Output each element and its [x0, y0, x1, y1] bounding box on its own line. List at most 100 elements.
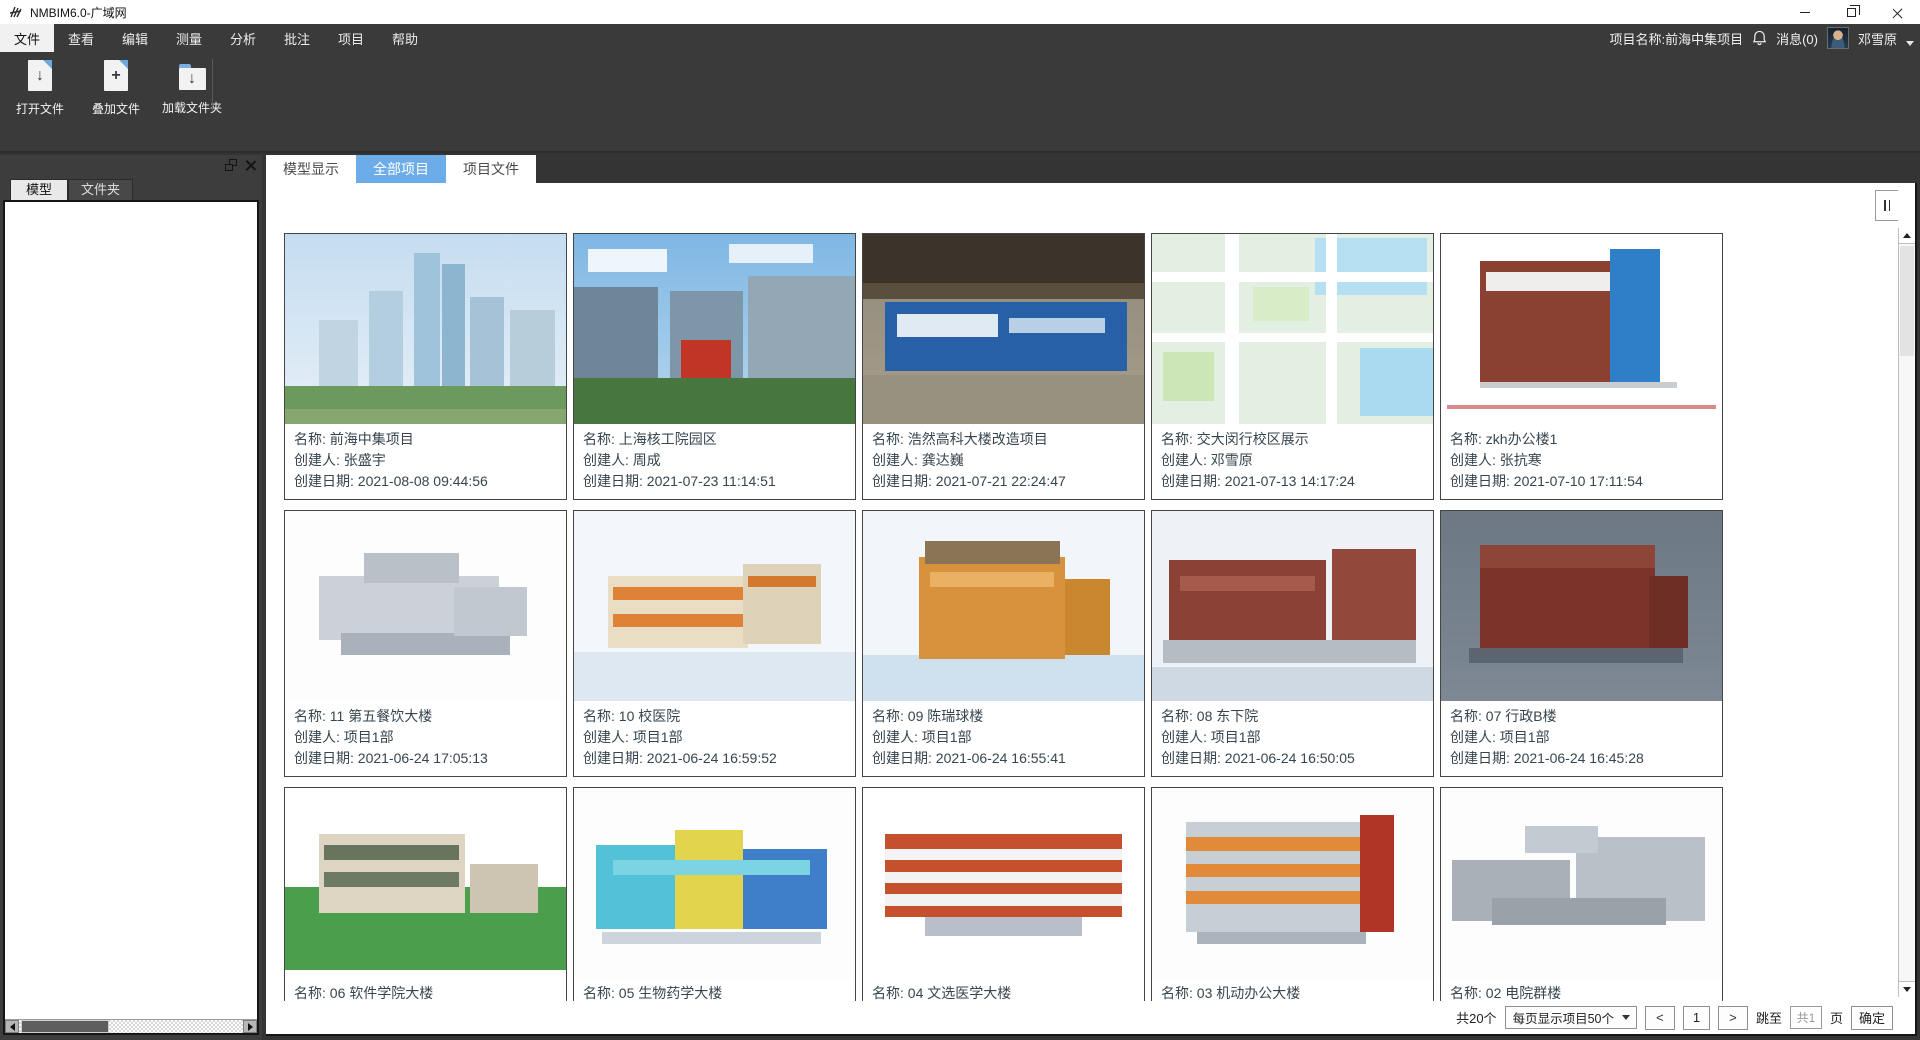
project-card[interactable]: 名称: 04 文选医学大楼: [862, 787, 1145, 1036]
card-name-value: 浩然高科大楼改造项目: [908, 431, 1048, 447]
project-card[interactable]: 名称: 02 电院群楼: [1440, 787, 1723, 1036]
scroll-left-button[interactable]: [5, 1020, 19, 1033]
thumbnail-art: [863, 655, 1144, 701]
project-card[interactable]: 名称: 05 生物药学大楼: [573, 787, 856, 1036]
thumbnail-art: [324, 872, 459, 887]
card-name-value: 03 机动办公大楼: [1197, 985, 1300, 1001]
project-card[interactable]: 名称: 11 第五餐饮大楼创建人: 项目1部创建日期: 2021-06-24 1…: [284, 510, 567, 777]
project-card[interactable]: 名称: 09 陈瑞球楼创建人: 项目1部创建日期: 2021-06-24 16:…: [862, 510, 1145, 777]
menu-item-measure[interactable]: 测量: [162, 24, 216, 52]
thumbnail-art: [470, 864, 537, 913]
project-card[interactable]: 名称: 10 校医院创建人: 项目1部创建日期: 2021-06-24 16:5…: [573, 510, 856, 777]
jump-page-input[interactable]: [1790, 1006, 1822, 1029]
toolbar: ↓打开文件+叠加文件↓加载文件夹: [0, 52, 1920, 153]
project-thumbnail: [574, 788, 855, 978]
user-avatar[interactable]: [1827, 27, 1849, 49]
thumbnail-art: [470, 297, 504, 390]
project-card[interactable]: 名称: 06 软件学院大楼: [284, 787, 567, 1036]
scrollbar-thumb[interactable]: [1900, 246, 1914, 356]
menu-item-annotate[interactable]: 批注: [270, 24, 324, 52]
card-date: 创建日期: 2021-06-24 16:59:52: [583, 748, 847, 769]
splitter-pin-button[interactable]: [1875, 190, 1898, 221]
notification-bell-icon[interactable]: [1752, 30, 1767, 46]
toolbar-overlay-file-button[interactable]: +叠加文件: [84, 60, 148, 117]
horizontal-scrollbar[interactable]: [5, 1019, 257, 1033]
confirm-button[interactable]: 确定: [1851, 1006, 1893, 1030]
tab-project-files[interactable]: 项目文件: [446, 155, 536, 183]
sidebar-tab-folder[interactable]: 文件夹: [68, 179, 133, 200]
toolbar-open-file-button[interactable]: ↓打开文件: [8, 60, 72, 117]
user-menu-caret-icon[interactable]: [1906, 41, 1914, 46]
maximize-button[interactable]: [1828, 0, 1874, 24]
toolbar-load-folder-button[interactable]: ↓加载文件夹: [160, 60, 224, 117]
thumbnail-art: [1163, 352, 1214, 401]
confirm-label: 确定: [1859, 1008, 1885, 1027]
card-creator: 创建人: 项目1部: [1450, 727, 1714, 748]
next-icon: >: [1729, 1010, 1737, 1025]
file-download-icon: ↓: [28, 60, 52, 91]
project-thumbnail: [863, 234, 1144, 424]
thumbnail-art: [1163, 640, 1416, 663]
thumbnail-art: [1360, 348, 1433, 416]
card-name-label: 名称:: [872, 708, 904, 724]
messages-label[interactable]: 消息(0): [1776, 29, 1818, 48]
project-card[interactable]: 名称: 07 行政B楼创建人: 项目1部创建日期: 2021-06-24 16:…: [1440, 510, 1723, 777]
card-name: 名称: zkh办公楼1: [1450, 429, 1714, 450]
card-text: 名称: 前海中集项目创建人: 张盛宇创建日期: 2021-08-08 09:44…: [285, 424, 566, 492]
project-card[interactable]: 名称: 浩然高科大楼改造项目创建人: 龚达巍创建日期: 2021-07-21 2…: [862, 233, 1145, 500]
project-card[interactable]: 名称: 前海中集项目创建人: 张盛宇创建日期: 2021-08-08 09:44…: [284, 233, 567, 500]
card-text: 名称: zkh办公楼1创建人: 张抗寒创建日期: 2021-07-10 17:1…: [1441, 424, 1722, 492]
card-text: 名称: 交大闵行校区展示创建人: 邓雪原创建日期: 2021-07-13 14:…: [1152, 424, 1433, 492]
thumbnail-art: [729, 244, 813, 263]
close-button[interactable]: [1874, 0, 1920, 24]
prev-page-button[interactable]: <: [1645, 1006, 1675, 1030]
toolbar-buttons: ↓打开文件+叠加文件↓加载文件夹: [0, 52, 1920, 117]
scroll-right-button[interactable]: [243, 1020, 257, 1033]
card-creator: 创建人: 项目1部: [294, 727, 558, 748]
project-thumbnail: [1152, 234, 1433, 424]
undock-panel-icon[interactable]: [225, 159, 237, 171]
project-card[interactable]: 名称: zkh办公楼1创建人: 张抗寒创建日期: 2021-07-10 17:1…: [1440, 233, 1723, 500]
title-bar: NMBIM6.0-广域网: [0, 0, 1920, 24]
thumbnail-art: [285, 409, 566, 424]
project-card[interactable]: 名称: 08 东下院创建人: 项目1部创建日期: 2021-06-24 16:5…: [1151, 510, 1434, 777]
menu-item-analyze[interactable]: 分析: [216, 24, 270, 52]
close-panel-icon[interactable]: [245, 160, 256, 171]
tab-all-projects[interactable]: 全部项目: [356, 155, 446, 183]
thumbnail-art: [602, 932, 821, 943]
card-name-value: 05 生物药学大楼: [619, 985, 722, 1001]
tab-model-display[interactable]: 模型显示: [266, 155, 356, 183]
project-thumbnail: [1152, 788, 1433, 978]
card-text: 名称: 浩然高科大楼改造项目创建人: 龚达巍创建日期: 2021-07-21 2…: [863, 424, 1144, 492]
user-name[interactable]: 邓雪原: [1858, 29, 1897, 48]
card-creator-label: 创建人:: [872, 452, 918, 468]
scrollbar-thumb[interactable]: [21, 1020, 109, 1033]
vertical-scrollbar[interactable]: [1898, 228, 1915, 997]
menu-item-help[interactable]: 帮助: [378, 24, 432, 52]
minimize-button[interactable]: [1782, 0, 1828, 24]
tool-glyph: +: [111, 68, 120, 84]
project-card[interactable]: 名称: 上海核工院园区创建人: 周成创建日期: 2021-07-23 11:14…: [573, 233, 856, 500]
menu-item-view[interactable]: 查看: [54, 24, 108, 52]
scroll-down-button[interactable]: [1899, 981, 1915, 997]
project-thumbnail: [1441, 511, 1722, 701]
menu-item-file[interactable]: 文件: [0, 24, 54, 52]
thumbnail-art: [1186, 837, 1360, 850]
card-name-label: 名称:: [1161, 708, 1193, 724]
project-card[interactable]: 名称: 交大闵行校区展示创建人: 邓雪原创建日期: 2021-07-13 14:…: [1151, 233, 1434, 500]
card-date-value: 2021-07-13 14:17:24: [1225, 473, 1355, 489]
card-name-label: 名称:: [1450, 985, 1482, 1001]
next-page-button[interactable]: >: [1718, 1006, 1748, 1030]
sidebar-tab-model[interactable]: 模型: [10, 179, 68, 200]
card-name-label: 名称:: [583, 708, 615, 724]
menu-item-edit[interactable]: 编辑: [108, 24, 162, 52]
menu-item-project[interactable]: 项目: [324, 24, 378, 52]
card-date-value: 2021-07-21 22:24:47: [936, 473, 1066, 489]
page-size-select[interactable]: 每页显示项目50个: [1505, 1006, 1637, 1029]
project-card[interactable]: 名称: 03 机动办公大楼: [1151, 787, 1434, 1036]
menubar-right: 项目名称:前海中集项目 消息(0) 邓雪原: [1609, 24, 1920, 52]
scroll-up-button[interactable]: [1899, 228, 1915, 244]
card-name-value: 上海核工院园区: [619, 431, 717, 447]
thumbnail-art: [925, 917, 1082, 936]
toolbar-divider: [212, 59, 213, 111]
